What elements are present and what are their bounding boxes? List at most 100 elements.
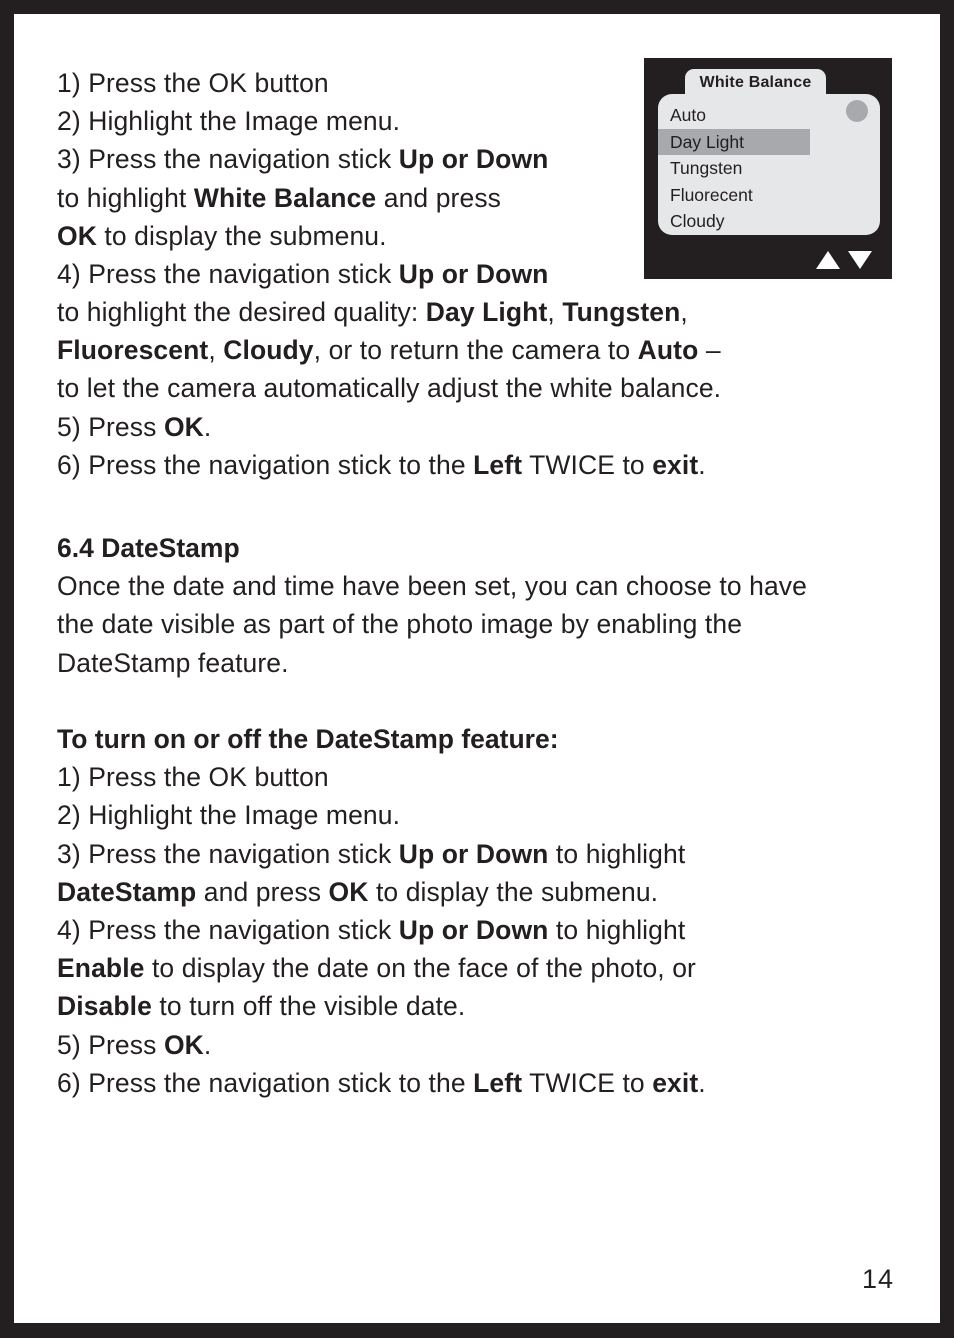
wb-step-4-text: 4) Press the navigation stick [57, 259, 399, 290]
ds-step-3: 3) Press the navigation stick Up or Down… [57, 835, 929, 873]
ds-step-5: 5) Press OK. [57, 1026, 929, 1064]
wb-step-3-text: 3) Press the navigation stick [57, 144, 399, 175]
wb-step-3-cont2: OK to display the submenu. [57, 217, 657, 255]
ds-step-4-text-2: to highlight [548, 915, 686, 946]
wb-step-5: 5) Press OK. [57, 408, 929, 446]
ds-step-6-period: . [698, 1067, 706, 1098]
wb-sep-1: , [547, 297, 563, 327]
scroll-indicator-dot-icon [846, 100, 868, 122]
wb-step-4-emphasis: Up or Down [398, 259, 549, 290]
wb-dash: – [698, 335, 721, 366]
wb-step-5-emphasis: OK [163, 411, 204, 442]
wb-step-4-cont-text: to highlight the desired quality: [57, 297, 426, 327]
section-body-line-1: Once the date and time have been set, yo… [57, 571, 807, 602]
wb-step-3-emphasis: Up or Down [398, 144, 549, 175]
menu-option-tungsten[interactable]: Tungsten [658, 155, 880, 182]
manual-page: White Balance Auto Day Light Tungsten Fl… [0, 0, 954, 1338]
menu-option-label: Auto [670, 105, 706, 125]
menu-option-label: Fluorecent [670, 184, 753, 205]
ds-step-2: 2) Highlight the Image menu. [57, 800, 401, 831]
wb-quality-day-light: Day Light [425, 297, 548, 327]
wb-step-5-period: . [203, 411, 212, 442]
wb-step-4-cont2: Fluorescent, Cloudy, or to return the ca… [57, 331, 929, 369]
ds-step-6-twice: TWICE to [522, 1067, 653, 1098]
white-balance-option-list: Auto Day Light Tungsten Fluorecent Cloud… [658, 102, 880, 235]
ds-step-4-text: 4) Press the navigation stick [57, 915, 399, 946]
wb-step-4-cont: to highlight the desired quality: Day Li… [57, 293, 929, 331]
menu-tab-label: White Balance [699, 74, 812, 91]
wb-step-6-text: 6) Press the navigation stick to the [57, 449, 474, 480]
ds-step-6: 6) Press the navigation stick to the Lef… [57, 1064, 929, 1102]
section-6-4: 6.4 DateStamp Once the date and time hav… [57, 529, 929, 682]
ds-disable-emphasis: Disable [57, 991, 152, 1022]
wb-step-1-text: 1) Press the OK button [57, 68, 329, 98]
wb-step-1: 1) Press the OK button [57, 64, 657, 102]
wb-sep-3: , [208, 335, 224, 366]
ds-step-4-cont-text: to display the date on the face of the p… [144, 953, 696, 984]
wb-quality-cloudy: Cloudy [223, 335, 314, 366]
menu-tab-white-balance: White Balance [685, 69, 826, 97]
ds-ok-emphasis: OK [328, 876, 369, 907]
ds-step-4-cont2: Disable to turn off the visible date. [57, 987, 929, 1025]
arrow-up-icon [816, 251, 840, 269]
wb-step-6-twice: TWICE to [522, 449, 653, 480]
wb-step-2-text: 2) Highlight the Image menu. [57, 106, 401, 137]
ds-step-3-text: 3) Press the navigation stick [57, 838, 399, 869]
wb-quality-auto: Auto [637, 335, 699, 366]
ds-step-6-left: Left [473, 1067, 523, 1098]
ds-step-4-emphasis: Up or Down [398, 915, 549, 946]
wb-step-3-emphasis-2: White Balance [193, 182, 377, 213]
menu-option-cloudy[interactable]: Cloudy [658, 208, 880, 235]
ds-step-5-text: 5) Press [57, 1029, 164, 1060]
wb-step-3-cont2-text: to display the submenu. [96, 220, 387, 251]
ds-step-1: 1) Press the OK button [57, 762, 329, 793]
ds-step-3-text-2: to highlight [548, 838, 686, 869]
wb-step-6-exit: exit [652, 449, 699, 480]
ds-step-6-text: 6) Press the navigation stick to the [57, 1067, 474, 1098]
camera-lcd-screenshot: White Balance Auto Day Light Tungsten Fl… [644, 58, 892, 279]
wb-sep-2: , [680, 297, 688, 327]
ds-step-5-emphasis: OK [163, 1029, 204, 1060]
menu-option-label: Tungsten [670, 158, 743, 178]
menu-option-day-light[interactable]: Day Light [658, 128, 810, 155]
wb-step-3-cont-text-2: and press [376, 182, 502, 213]
ds-datestamp-emphasis: DateStamp [57, 876, 197, 907]
wb-step-6-period: . [698, 449, 706, 480]
white-balance-steps-bottom: to highlight the desired quality: Day Li… [57, 293, 929, 484]
wb-step-4-cont2-text: , or to return the camera to [313, 335, 638, 366]
page-content-area: White Balance Auto Day Light Tungsten Fl… [14, 14, 940, 1323]
menu-option-label: Day Light [670, 131, 744, 152]
wb-ok-emphasis: OK [57, 220, 97, 251]
page-number: 14 [861, 1264, 894, 1294]
wb-step-6: 6) Press the navigation stick to the Lef… [57, 446, 929, 484]
wb-quality-tungsten: Tungsten [562, 297, 681, 327]
nav-hint-arrows [816, 251, 872, 269]
wb-step-4-cont3: to let the camera automatically adjust t… [57, 369, 929, 407]
ds-step-3-cont-text-2: to display the submenu. [368, 876, 659, 907]
arrow-down-icon [848, 251, 872, 269]
wb-step-3-cont-text: to highlight [57, 182, 194, 213]
ds-step-6-exit: exit [652, 1067, 699, 1098]
datestamp-steps: To turn on or off the DateStamp feature:… [57, 720, 929, 1102]
ds-step-5-period: . [203, 1029, 212, 1060]
ds-step-3-cont: DateStamp and press OK to display the su… [57, 873, 929, 911]
wb-step-6-left: Left [473, 449, 523, 480]
section-body-line-2: the date visible as part of the photo im… [57, 609, 743, 640]
wb-step-2: 2) Highlight the Image menu. [57, 102, 657, 140]
ds-step-3-cont-text: and press [196, 876, 329, 907]
white-balance-steps-top: 1) Press the OK button 2) Highlight the … [57, 64, 657, 293]
wb-step-4-cont3-text: to let the camera automatically adjust t… [57, 373, 722, 404]
wb-step-5-text: 5) Press [57, 411, 164, 442]
menu-option-fluorecent[interactable]: Fluorecent [658, 182, 880, 209]
section-heading: 6.4 DateStamp [57, 533, 240, 563]
ds-step-4: 4) Press the navigation stick Up or Down… [57, 911, 929, 949]
ds-step-3-emphasis: Up or Down [398, 838, 549, 869]
wb-step-4: 4) Press the navigation stick Up or Down [57, 255, 657, 293]
datestamp-subheading: To turn on or off the DateStamp feature: [57, 724, 559, 754]
ds-step-4-cont2-text: to turn off the visible date. [151, 991, 466, 1022]
ds-step-4-cont: Enable to display the date on the face o… [57, 949, 929, 987]
ds-enable-emphasis: Enable [57, 953, 145, 984]
wb-step-3-cont: to highlight White Balance and press [57, 179, 657, 217]
wb-step-3: 3) Press the navigation stick Up or Down [57, 140, 657, 178]
menu-option-label: Cloudy [670, 211, 725, 231]
